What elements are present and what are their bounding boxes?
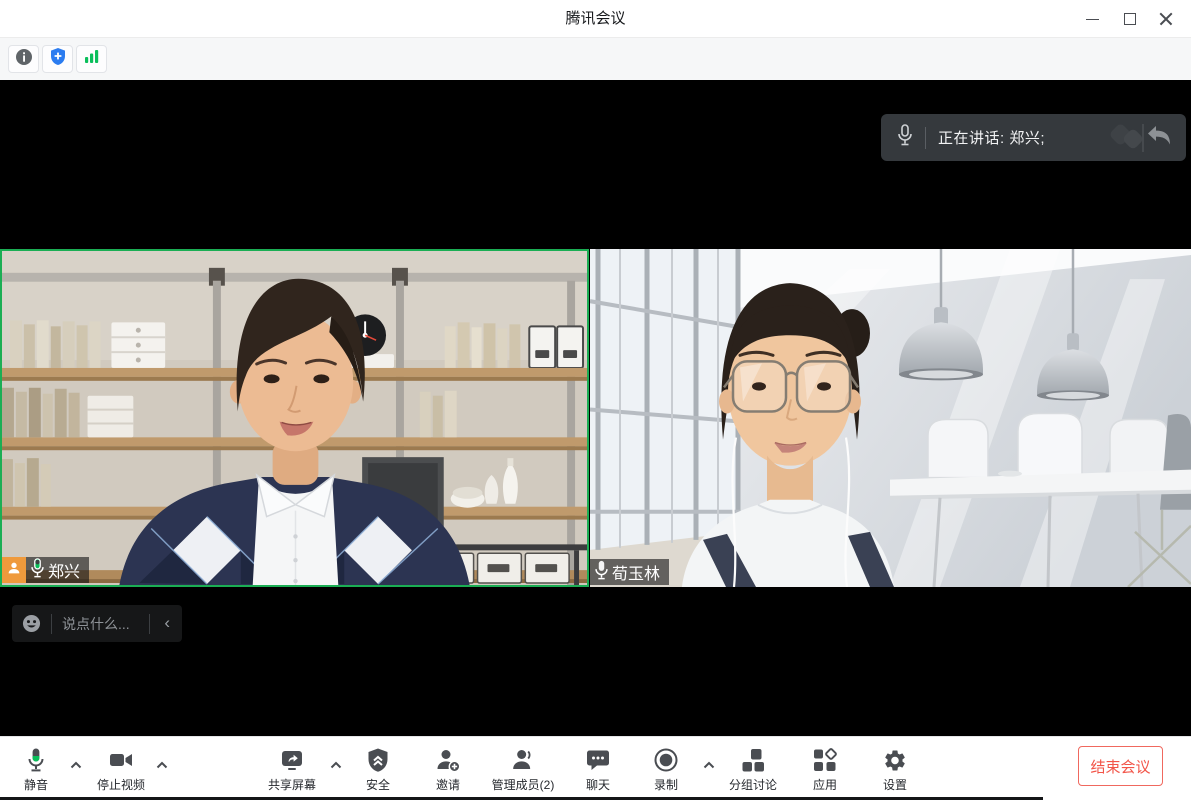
end-meeting-button[interactable]: 结束会议 bbox=[1078, 746, 1163, 786]
toolbar-label: 安全 bbox=[366, 776, 390, 793]
close-button[interactable] bbox=[1153, 8, 1179, 30]
share-screen-icon bbox=[279, 746, 305, 774]
chat-bubble-icon bbox=[585, 746, 611, 774]
chat-button[interactable]: 聊天 bbox=[585, 746, 611, 793]
settings-gear-icon bbox=[883, 746, 908, 774]
window-title: 腾讯会议 bbox=[0, 0, 1191, 38]
toolbar-label: 应用 bbox=[813, 776, 837, 793]
toolbar-label: 录制 bbox=[654, 776, 678, 793]
maximize-button[interactable] bbox=[1117, 8, 1143, 30]
control-toolbar: 静音 停止视频 共享屏幕 安全 bbox=[0, 736, 1191, 800]
participant-name: 郑兴 bbox=[48, 558, 80, 582]
minimize-button[interactable] bbox=[1079, 8, 1105, 30]
speaking-indicator-banner: 正在讲话: 郑兴; bbox=[881, 114, 1186, 161]
emoji-button[interactable] bbox=[22, 614, 41, 633]
video-tile-zhengxing[interactable]: 郑兴 bbox=[0, 249, 589, 587]
record-icon bbox=[653, 746, 679, 774]
security-status-button[interactable] bbox=[42, 45, 73, 73]
microphone-icon bbox=[594, 560, 609, 585]
video-feed-xunyulin bbox=[590, 249, 1191, 587]
toolbar-label: 聊天 bbox=[586, 776, 610, 793]
stop-video-button[interactable]: 停止视频 bbox=[97, 746, 145, 793]
close-icon bbox=[1159, 12, 1173, 26]
meeting-info-button[interactable] bbox=[8, 45, 39, 73]
video-tile-xunyulin[interactable]: 荀玉林 bbox=[590, 249, 1191, 587]
video-feed-zhengxing bbox=[2, 251, 587, 585]
apps-button[interactable]: 应用 bbox=[813, 746, 838, 793]
settings-button[interactable]: 设置 bbox=[883, 746, 908, 793]
maximize-icon bbox=[1124, 13, 1136, 25]
toolbar-label: 管理成员(2) bbox=[492, 776, 555, 793]
divider bbox=[149, 614, 150, 634]
chevron-left-icon[interactable]: ‹ bbox=[160, 613, 182, 635]
video-options-chevron[interactable] bbox=[156, 761, 169, 769]
shield-plus-icon bbox=[49, 47, 67, 71]
avatar-badge bbox=[2, 557, 26, 583]
toolbar-label: 分组讨论 bbox=[729, 776, 777, 793]
camera-icon bbox=[108, 746, 134, 774]
mute-button[interactable]: 静音 bbox=[24, 746, 48, 793]
name-tag-zhengxing: 郑兴 bbox=[26, 557, 89, 583]
toolbar-label: 停止视频 bbox=[97, 776, 145, 793]
logo-watermark-icon bbox=[1110, 118, 1176, 158]
chat-input-placeholder[interactable]: 说点什么... bbox=[62, 614, 139, 634]
microphone-active-icon bbox=[30, 558, 45, 583]
tencent-meeting-window: 腾讯会议 22:34 宫格视图 ▾ bbox=[0, 0, 1191, 800]
info-icon bbox=[15, 48, 33, 71]
apps-icon bbox=[813, 746, 838, 774]
network-signal-icon bbox=[84, 49, 100, 69]
breakout-rooms-button[interactable]: 分组讨论 bbox=[729, 746, 777, 793]
mute-options-chevron[interactable] bbox=[70, 761, 83, 769]
toolbar-label: 共享屏幕 bbox=[268, 776, 316, 793]
toolbar-label: 静音 bbox=[24, 776, 48, 793]
person-avatar-icon bbox=[6, 560, 22, 581]
divider bbox=[51, 614, 52, 634]
participant-name: 荀玉林 bbox=[612, 560, 660, 584]
breakout-rooms-icon bbox=[741, 746, 765, 774]
network-quality-button[interactable] bbox=[76, 45, 107, 73]
divider bbox=[925, 127, 926, 149]
record-options-chevron[interactable] bbox=[703, 761, 716, 769]
quick-chat-bar: 说点什么... ‹ bbox=[12, 605, 182, 642]
members-icon bbox=[510, 746, 536, 774]
meeting-stage: 正在讲话: 郑兴; bbox=[0, 80, 1191, 736]
microphone-icon bbox=[897, 124, 913, 151]
record-button[interactable]: 录制 bbox=[653, 746, 679, 793]
title-bar: 腾讯会议 bbox=[0, 0, 1191, 38]
invite-button[interactable]: 邀请 bbox=[435, 746, 461, 793]
meeting-info-bar: 22:34 宫格视图 ▾ bbox=[0, 38, 1191, 80]
share-screen-button[interactable]: 共享屏幕 bbox=[268, 746, 316, 793]
security-button[interactable]: 安全 bbox=[366, 746, 390, 793]
speaking-text: 正在讲话: 郑兴; bbox=[938, 127, 1110, 148]
minimize-icon bbox=[1086, 19, 1099, 20]
toolbar-label: 设置 bbox=[883, 776, 907, 793]
invite-icon bbox=[435, 746, 461, 774]
video-grid: 郑兴 bbox=[0, 249, 1191, 587]
microphone-icon bbox=[24, 746, 48, 774]
security-shield-icon bbox=[366, 746, 390, 774]
name-tag-xunyulin: 荀玉林 bbox=[590, 559, 669, 585]
share-options-chevron[interactable] bbox=[330, 761, 343, 769]
toolbar-label: 邀请 bbox=[436, 776, 460, 793]
manage-members-button[interactable]: 管理成员(2) bbox=[492, 746, 555, 793]
